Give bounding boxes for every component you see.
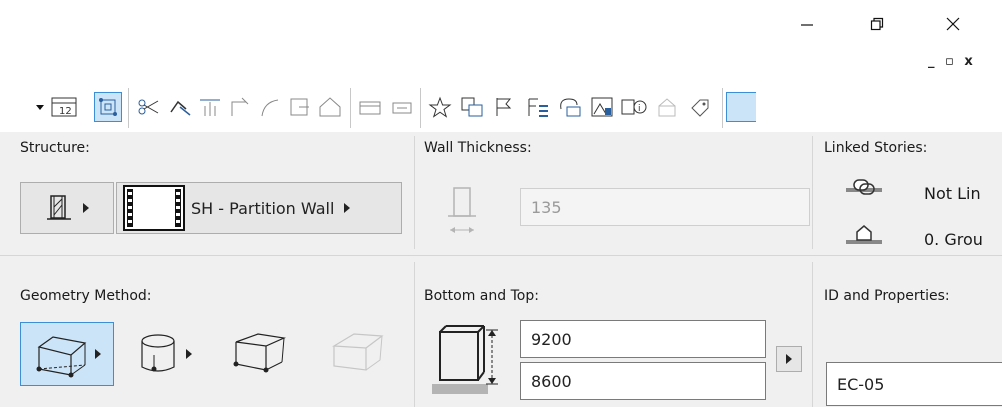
adjust-icon[interactable]	[166, 92, 194, 122]
structure-type-button[interactable]	[20, 182, 114, 234]
minimize-button[interactable]	[784, 0, 830, 48]
minimize-icon	[801, 24, 813, 26]
home-story-icon	[844, 222, 884, 252]
svg-text:12: 12	[59, 106, 72, 117]
bottom-and-top-title: Bottom and Top:	[424, 288, 539, 304]
structure-title: Structure:	[20, 140, 90, 156]
partition-wall-icon	[123, 185, 185, 231]
mdi-controls[interactable]: _ ▫ x	[928, 54, 976, 69]
align-icon[interactable]	[388, 92, 416, 122]
svg-text:i: i	[638, 104, 641, 114]
overflow-toolbar-button[interactable]	[726, 92, 756, 122]
bottom-link-label[interactable]: 0. Grou	[924, 230, 983, 249]
id-and-properties-title: ID and Properties:	[824, 288, 950, 304]
building-material-button[interactable]: SH - Partition Wall	[116, 182, 402, 234]
mdi-control-bar: _ ▫ x	[0, 48, 1002, 76]
wall-thickness-field[interactable]: 135	[520, 188, 810, 226]
title-bar	[0, 0, 1002, 48]
wall-thickness-title: Wall Thickness:	[424, 140, 532, 156]
offset-icon[interactable]	[286, 92, 314, 122]
height-settings-button[interactable]	[776, 346, 802, 372]
intersect-icon[interactable]	[226, 92, 254, 122]
polygonal-wall-icon	[332, 333, 384, 371]
chevron-right-icon	[83, 203, 89, 213]
straight-wall-method-button[interactable]	[20, 322, 114, 386]
distribute-icon[interactable]	[356, 92, 384, 122]
trapezoid-wall-method-button[interactable]	[226, 324, 296, 384]
structure-profile-label: SH - Partition Wall	[191, 198, 335, 218]
elevate-icon[interactable]	[196, 92, 224, 122]
favorites-icon[interactable]	[426, 92, 454, 122]
linked-stories-title: Linked Stories:	[824, 140, 928, 156]
element-id-field[interactable]: EC-05	[826, 362, 1002, 406]
suspend-groups-icon[interactable]	[94, 92, 122, 122]
restore-button[interactable]	[854, 0, 900, 48]
chevron-right-icon	[786, 354, 792, 364]
top-offset-field[interactable]: 9200	[520, 320, 766, 358]
curved-wall-icon	[141, 334, 175, 372]
chevron-right-icon	[186, 349, 192, 359]
layout-icon[interactable]	[588, 92, 616, 122]
close-button[interactable]	[930, 0, 976, 48]
scale-icon[interactable]: 12	[50, 92, 78, 122]
group-icon[interactable]	[458, 92, 486, 122]
wall-thickness-icon	[446, 184, 478, 242]
trapezoid-wall-icon	[233, 333, 287, 373]
split-icon[interactable]	[134, 92, 162, 122]
list-icon[interactable]	[524, 92, 552, 122]
link-top-icon	[844, 174, 884, 204]
tag-icon[interactable]	[686, 92, 714, 122]
trace-icon[interactable]	[556, 92, 584, 122]
chevron-right-icon	[344, 203, 351, 213]
close-icon	[946, 17, 960, 31]
label-icon[interactable]: i	[620, 92, 648, 122]
wall-height-icon	[430, 322, 506, 400]
geometry-method-title: Geometry Method:	[20, 288, 152, 304]
straight-wall-icon	[36, 336, 87, 378]
curved-wall-method-button[interactable]	[134, 324, 208, 384]
polygonal-wall-method-button[interactable]	[326, 324, 396, 384]
top-link-label[interactable]: Not Lin	[924, 184, 981, 203]
bottom-offset-field[interactable]: 8600	[520, 362, 766, 400]
composite-wall-icon	[47, 195, 71, 220]
flag-icon[interactable]	[490, 92, 518, 122]
chevron-right-icon	[95, 349, 101, 359]
roof-icon[interactable]	[316, 92, 344, 122]
restore-icon	[870, 17, 884, 31]
properties-icon[interactable]	[654, 92, 682, 122]
fillet-icon[interactable]	[256, 92, 284, 122]
